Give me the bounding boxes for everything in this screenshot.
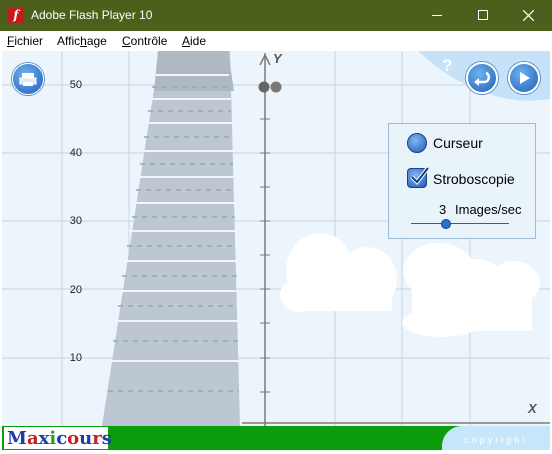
y-axis-label: Y [273, 51, 282, 66]
maximize-button[interactable] [460, 0, 506, 31]
flash-stage[interactable]: 50 40 30 20 10 Y X ? Curseur Stroboscopi… [2, 51, 550, 426]
y-tick-label: 30 [69, 215, 82, 227]
print-button[interactable] [12, 63, 44, 95]
control-panel: Curseur Stroboscopie 3 Images/sec [388, 123, 536, 239]
window-title: Adobe Flash Player 10 [31, 8, 153, 22]
cursor-radio[interactable] [407, 133, 427, 153]
help-icon[interactable]: ? [442, 56, 452, 76]
cloud-shapes [280, 233, 540, 337]
cursor-label: Curseur [433, 135, 483, 151]
footer-bar: Maxicours copyright [2, 426, 550, 450]
return-arrow-icon [474, 71, 490, 86]
rate-value: 3 [439, 202, 447, 217]
close-icon [523, 10, 534, 21]
menu-aide[interactable]: Aide [182, 34, 206, 48]
menu-controle[interactable]: Contrôle [122, 34, 167, 48]
stroboscopy-checkbox[interactable] [407, 166, 430, 188]
close-button[interactable] [506, 0, 552, 31]
stroboscopy-label: Stroboscopie [433, 171, 515, 187]
rate-slider-thumb[interactable] [441, 219, 451, 229]
y-tick-label: 10 [69, 352, 82, 364]
x-axis-label: X [528, 401, 537, 416]
title-bar: f Adobe Flash Player 10 [0, 0, 552, 31]
printer-icon [19, 73, 37, 86]
menu-affichage[interactable]: Affichage [57, 34, 107, 48]
maxicours-logo[interactable]: Maxicours [4, 427, 112, 449]
menu-fichier[interactable]: Fichier [7, 34, 43, 48]
rate-unit: Images/sec [455, 202, 522, 217]
ball-1 [258, 81, 270, 93]
copyright-label: copyright [442, 426, 550, 450]
play-button[interactable] [508, 62, 540, 94]
y-tick-label: 50 [69, 79, 82, 91]
tower-illustration [102, 51, 240, 426]
checkmark-icon [410, 166, 430, 186]
menu-bar: Fichier Affichage Contrôle Aide [0, 31, 552, 51]
play-icon [520, 72, 530, 84]
logo-text: Maxicours [7, 428, 112, 449]
minimize-button[interactable] [414, 0, 460, 31]
restart-button[interactable] [466, 62, 498, 94]
y-tick-label: 40 [69, 147, 82, 159]
ball-2 [270, 81, 282, 93]
y-tick-label: 20 [69, 284, 82, 296]
flash-app-icon: f [8, 7, 24, 23]
rate-slider-track[interactable] [411, 223, 509, 224]
